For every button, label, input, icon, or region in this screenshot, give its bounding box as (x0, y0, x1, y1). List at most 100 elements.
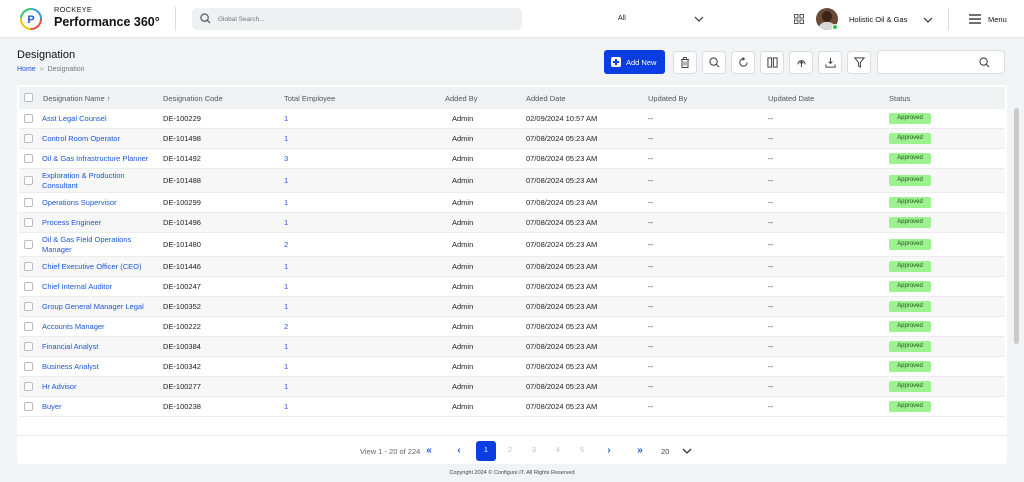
row-checkbox[interactable] (24, 362, 33, 371)
designation-name-link[interactable]: Financial Analyst (42, 342, 160, 352)
row-checkbox[interactable] (24, 262, 33, 271)
table-row[interactable]: Financial Analyst DE-100384 1 Admin 07/08/20… (19, 337, 1005, 357)
refresh-button[interactable] (731, 51, 755, 74)
page-button-3[interactable]: 3 (524, 441, 544, 461)
row-checkbox[interactable] (24, 134, 33, 143)
select-all-checkbox[interactable] (24, 93, 33, 102)
import-button[interactable] (789, 51, 813, 74)
per-page-select[interactable]: 20 (661, 447, 669, 456)
table-row[interactable]: Exploration & Production Consultant DE-10… (19, 169, 1005, 193)
table-row[interactable]: Operations Supervisor DE-100299 1 Admin 07/0… (19, 193, 1005, 213)
table-row[interactable]: Process Engineer DE-101496 1 Admin 07/08/202… (19, 213, 1005, 233)
row-checkbox[interactable] (24, 218, 33, 227)
page-button-2[interactable]: 2 (500, 441, 520, 461)
row-checkbox[interactable] (24, 114, 33, 123)
total-employee-link[interactable]: 1 (284, 262, 288, 271)
total-employee-link[interactable]: 1 (284, 282, 288, 291)
filter-button[interactable] (847, 51, 871, 74)
search-scope-select[interactable]: All (610, 10, 714, 28)
org-name[interactable]: Holistic Oil & Gas (849, 15, 907, 24)
designation-name-link[interactable]: Chief Executive Officer (CEO) (42, 262, 160, 272)
designation-name-link[interactable]: Group General Manager Legal (42, 302, 160, 312)
table-row[interactable]: Group General Manager Legal DE-100352 1 Adm… (19, 297, 1005, 317)
column-header-name[interactable]: Designation Name ↑ (43, 94, 111, 103)
hamburger-icon[interactable] (969, 14, 981, 24)
table-search-input[interactable] (877, 50, 1005, 74)
chevron-down-icon[interactable] (923, 15, 933, 25)
prev-page-button[interactable]: ‹ (449, 441, 469, 461)
table-row[interactable]: Oil & Gas Infrastructure Planner DE-10149… (19, 149, 1005, 169)
columns-button[interactable] (760, 51, 784, 74)
column-header-total[interactable]: Total Employee (284, 94, 335, 103)
designation-name-link[interactable]: Exploration & Production Consultant (42, 171, 160, 190)
apps-grid-icon[interactable] (794, 14, 804, 24)
page-button-4[interactable]: 4 (548, 441, 568, 461)
row-checkbox[interactable] (24, 402, 33, 411)
table-row[interactable]: Buyer DE-100238 1 Admin 07/08/2024 05:23 AM -… (19, 397, 1005, 417)
next-page-button[interactable]: › (599, 441, 619, 461)
table-row[interactable]: Chief Internal Auditor DE-100247 1 Admin 07/… (19, 277, 1005, 297)
total-employee-link[interactable]: 1 (284, 218, 288, 227)
menu-button[interactable]: Menu (988, 15, 1007, 24)
total-employee-link[interactable]: 1 (284, 114, 288, 123)
chevron-down-icon[interactable] (682, 446, 692, 456)
add-new-button[interactable]: Add New (604, 50, 665, 74)
designation-name-link[interactable]: Process Engineer (42, 218, 160, 228)
column-header-updated-date[interactable]: Updated Date (768, 94, 814, 103)
total-employee-link[interactable]: 1 (284, 382, 288, 391)
total-employee-link[interactable]: 1 (284, 134, 288, 143)
column-header-added-date[interactable]: Added Date (526, 94, 566, 103)
designation-name-link[interactable]: Oil & Gas Infrastructure Planner (42, 154, 160, 164)
rockeye-logo-icon[interactable]: P (20, 8, 42, 30)
designation-name-link[interactable]: Buyer (42, 402, 160, 412)
table-row[interactable]: Asst Legal Counsel DE-100229 1 Admin 02/09/2… (19, 109, 1005, 129)
total-employee-link[interactable]: 1 (284, 402, 288, 411)
designation-name-link[interactable]: Hr Advisor (42, 382, 160, 392)
column-header-code[interactable]: Designation Code (163, 94, 223, 103)
total-employee-link[interactable]: 1 (284, 302, 288, 311)
delete-button[interactable] (673, 51, 697, 74)
export-button[interactable] (818, 51, 842, 74)
total-employee-link[interactable]: 1 (284, 342, 288, 351)
table-row[interactable]: Oil & Gas Field Operations Manager DE-101… (19, 233, 1005, 257)
page-button-5[interactable]: 5 (572, 441, 592, 461)
designation-name-link[interactable]: Asst Legal Counsel (42, 114, 160, 124)
row-checkbox[interactable] (24, 282, 33, 291)
total-employee-link[interactable]: 2 (284, 322, 288, 331)
table-row[interactable]: Business Analyst DE-100342 1 Admin 07/08/202… (19, 357, 1005, 377)
designation-name-link[interactable]: Control Room Operator (42, 134, 160, 144)
table-row[interactable]: Accounts Manager DE-100222 2 Admin 07/08/202… (19, 317, 1005, 337)
global-search-input[interactable] (218, 12, 408, 26)
row-checkbox[interactable] (24, 382, 33, 391)
designation-name-link[interactable]: Operations Supervisor (42, 198, 160, 208)
row-checkbox[interactable] (24, 198, 33, 207)
breadcrumb-home-link[interactable]: Home (17, 66, 36, 73)
designation-name-link[interactable]: Chief Internal Auditor (42, 282, 160, 292)
page-button-1[interactable]: 1 (476, 441, 496, 461)
updated-by: -- (648, 176, 653, 185)
designation-name-link[interactable]: Business Analyst (42, 362, 160, 372)
column-header-status[interactable]: Status (889, 94, 910, 103)
first-page-button[interactable]: « (419, 441, 439, 461)
table-row[interactable]: Hr Advisor DE-100277 1 Admin 07/08/2024 05:2… (19, 377, 1005, 397)
total-employee-link[interactable]: 2 (284, 240, 288, 249)
designation-name-link[interactable]: Oil & Gas Field Operations Manager (42, 235, 160, 254)
page-scrollbar[interactable] (1014, 108, 1019, 344)
designation-name-link[interactable]: Accounts Manager (42, 322, 160, 332)
row-checkbox[interactable] (24, 154, 33, 163)
row-checkbox[interactable] (24, 176, 33, 185)
total-employee-link[interactable]: 3 (284, 154, 288, 163)
row-checkbox[interactable] (24, 240, 33, 249)
total-employee-link[interactable]: 1 (284, 198, 288, 207)
column-header-updated-by[interactable]: Updated By (648, 94, 687, 103)
search-button[interactable] (702, 51, 726, 74)
table-row[interactable]: Control Room Operator DE-101498 1 Admin 07/0… (19, 129, 1005, 149)
last-page-button[interactable]: » (630, 441, 650, 461)
total-employee-link[interactable]: 1 (284, 176, 288, 185)
column-header-added-by[interactable]: Added By (445, 94, 478, 103)
row-checkbox[interactable] (24, 342, 33, 351)
table-row[interactable]: Chief Executive Officer (CEO) DE-101446 1 A… (19, 257, 1005, 277)
row-checkbox[interactable] (24, 322, 33, 331)
total-employee-link[interactable]: 1 (284, 362, 288, 371)
row-checkbox[interactable] (24, 302, 33, 311)
